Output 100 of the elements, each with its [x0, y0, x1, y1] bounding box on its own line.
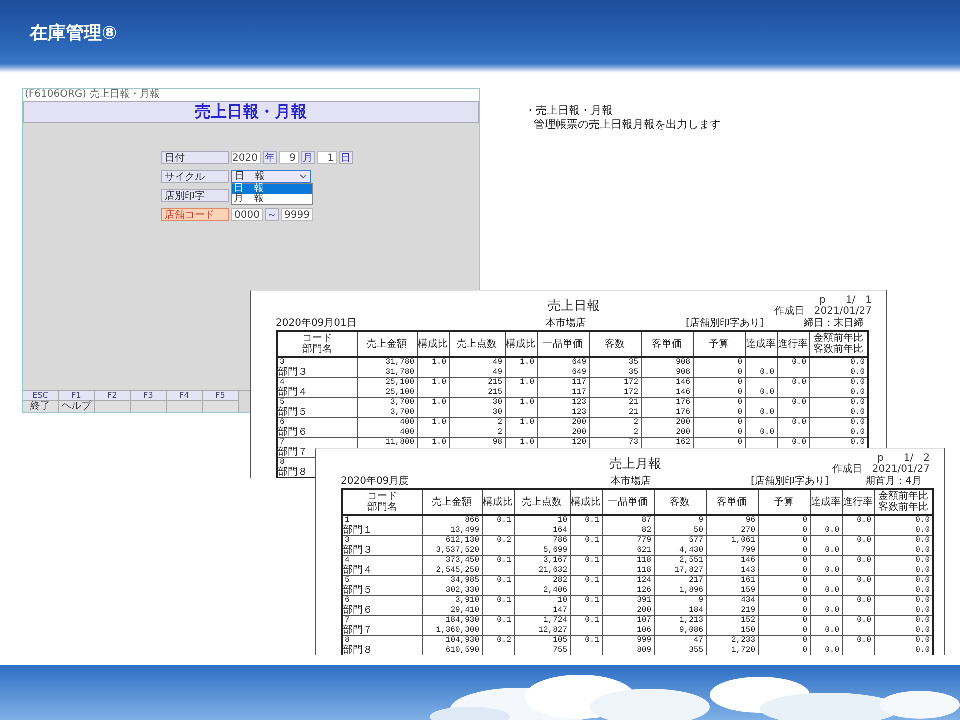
table-cell: 0.0 [760, 428, 774, 436]
report-title: 売上月報 [610, 457, 662, 472]
table-cell: 0.0 [857, 556, 872, 565]
print-mode: [店舗別印字あり] [686, 317, 764, 330]
column-header: 進行率 [777, 331, 809, 357]
function-key-button[interactable]: 終了 [23, 400, 58, 412]
table-cell: 0.0 [857, 636, 872, 645]
page-number: p 1/ 2 [878, 453, 930, 464]
table-cell: 649 [572, 358, 586, 367]
department-cell-text: 部門５ [278, 408, 309, 417]
table-cell: 3,167 [543, 556, 568, 565]
table-cell: 104,930 [446, 636, 480, 645]
table-cell: 35 [628, 368, 638, 376]
table-cell: 215 [488, 378, 502, 387]
function-key-button[interactable]: ヘルプ [59, 400, 94, 412]
table-cell: 118 [637, 566, 652, 574]
table-cell: 0 [802, 586, 808, 594]
table-cell: 908 [676, 368, 690, 376]
cycle-dropdown[interactable]: 日 報 [231, 170, 311, 183]
key-label: F3 [131, 391, 166, 400]
table-cell: 0.0 [850, 388, 865, 396]
table-cell: 172 [624, 388, 638, 396]
table-cell: 0 [738, 408, 742, 416]
month-field[interactable]: 9 [279, 151, 299, 164]
table-cell: 105 [553, 636, 568, 645]
table-cell: 0.0 [916, 636, 930, 645]
table-cell: 117 [572, 378, 586, 387]
column-header: 売上点数 [449, 331, 505, 357]
table-cell: 809 [637, 646, 652, 654]
table-cell: 164 [553, 526, 568, 534]
code-cell-text: 5 [280, 398, 285, 407]
to-field[interactable]: 9999 [281, 208, 313, 221]
dropdown-option[interactable]: 月 報 [232, 194, 312, 204]
table-cell: 147 [553, 606, 568, 614]
period-text: 2020年09月01日 [276, 317, 357, 330]
page-number: p 1/ 1 [820, 295, 872, 306]
column-header: 予算 [758, 489, 810, 515]
table-cell: 0.1 [497, 576, 512, 585]
year-field[interactable]: 2020 [231, 151, 261, 164]
table-cell: 0.1 [497, 616, 512, 625]
table-cell: 0.0 [760, 408, 774, 416]
table-cell: 30 [492, 398, 502, 407]
key-label: F4 [167, 391, 202, 400]
table-cell: 0.1 [585, 616, 600, 625]
function-key-button[interactable] [131, 400, 166, 412]
key-label: F1 [59, 391, 94, 400]
table-cell: 2 [634, 418, 638, 427]
function-key-button[interactable] [167, 400, 202, 412]
table-cell: 1.0 [520, 438, 534, 447]
table-cell: 0.0 [825, 646, 840, 654]
table-cell: 0.0 [760, 388, 774, 396]
table-cell: 0.0 [825, 606, 840, 614]
department-cell-text: 部門３ [278, 368, 309, 377]
table-cell: 0.0 [792, 378, 806, 387]
table-cell: 0.1 [497, 556, 512, 565]
table-cell: 0.1 [497, 516, 512, 525]
table-cell: 1.0 [520, 378, 534, 387]
table-cell: 0 [802, 616, 808, 625]
table-cell: 0.0 [825, 566, 840, 574]
code-cell-text: 7 [280, 438, 285, 447]
table-cell: 0.0 [857, 576, 872, 585]
table-cell: 577 [689, 536, 704, 545]
table-cell: 1.0 [432, 418, 446, 427]
table-cell: 0.0 [916, 556, 930, 565]
table-cell: 1.0 [432, 398, 446, 407]
code-cell-text: 5 [345, 576, 350, 585]
table-cell: 30 [492, 408, 502, 416]
day-field[interactable]: 1 [317, 151, 337, 164]
range-separator: ～ [265, 208, 279, 221]
table-cell: 302,330 [446, 586, 480, 594]
table-cell: 126 [637, 586, 652, 594]
table-cell: 172 [624, 378, 638, 387]
screen-heading: 売上日報・月報 [23, 101, 479, 123]
department-cell-text: 部門１ [343, 526, 374, 535]
note-text: 管理帳票の売上日報月報を出力します [533, 118, 721, 132]
department-cell-text: 部門４ [343, 566, 374, 575]
function-key-button[interactable] [203, 400, 238, 412]
table-cell: 755 [553, 646, 568, 654]
dropdown-option[interactable]: 日 報 [232, 184, 312, 194]
column-header: 達成率 [810, 489, 842, 515]
table-cell: 47 [694, 636, 704, 645]
table-cell: 610,590 [446, 646, 480, 654]
table-cell: 106 [637, 626, 652, 634]
column-header: 構成比 [570, 489, 602, 515]
table-cell: 0.0 [850, 408, 865, 416]
table-cell: 400 [400, 418, 414, 427]
table-cell: 117 [572, 388, 586, 396]
table-cell: 0 [802, 596, 808, 605]
table-cell: 0.0 [916, 606, 930, 614]
field-label: 店舗コード [161, 208, 229, 221]
from-field[interactable]: 0000 [231, 208, 263, 221]
table-cell: 2,551 [679, 556, 704, 565]
table-cell: 0 [738, 358, 742, 367]
column-header: 金額前年比 客数前年比 [809, 331, 868, 357]
table-cell: 5,699 [543, 546, 568, 554]
field-label: サイクル [161, 170, 229, 183]
table-cell: 0.0 [857, 596, 872, 605]
table-cell: 0 [738, 418, 742, 427]
function-key-button[interactable] [95, 400, 130, 412]
table-cell: 150 [741, 626, 756, 634]
